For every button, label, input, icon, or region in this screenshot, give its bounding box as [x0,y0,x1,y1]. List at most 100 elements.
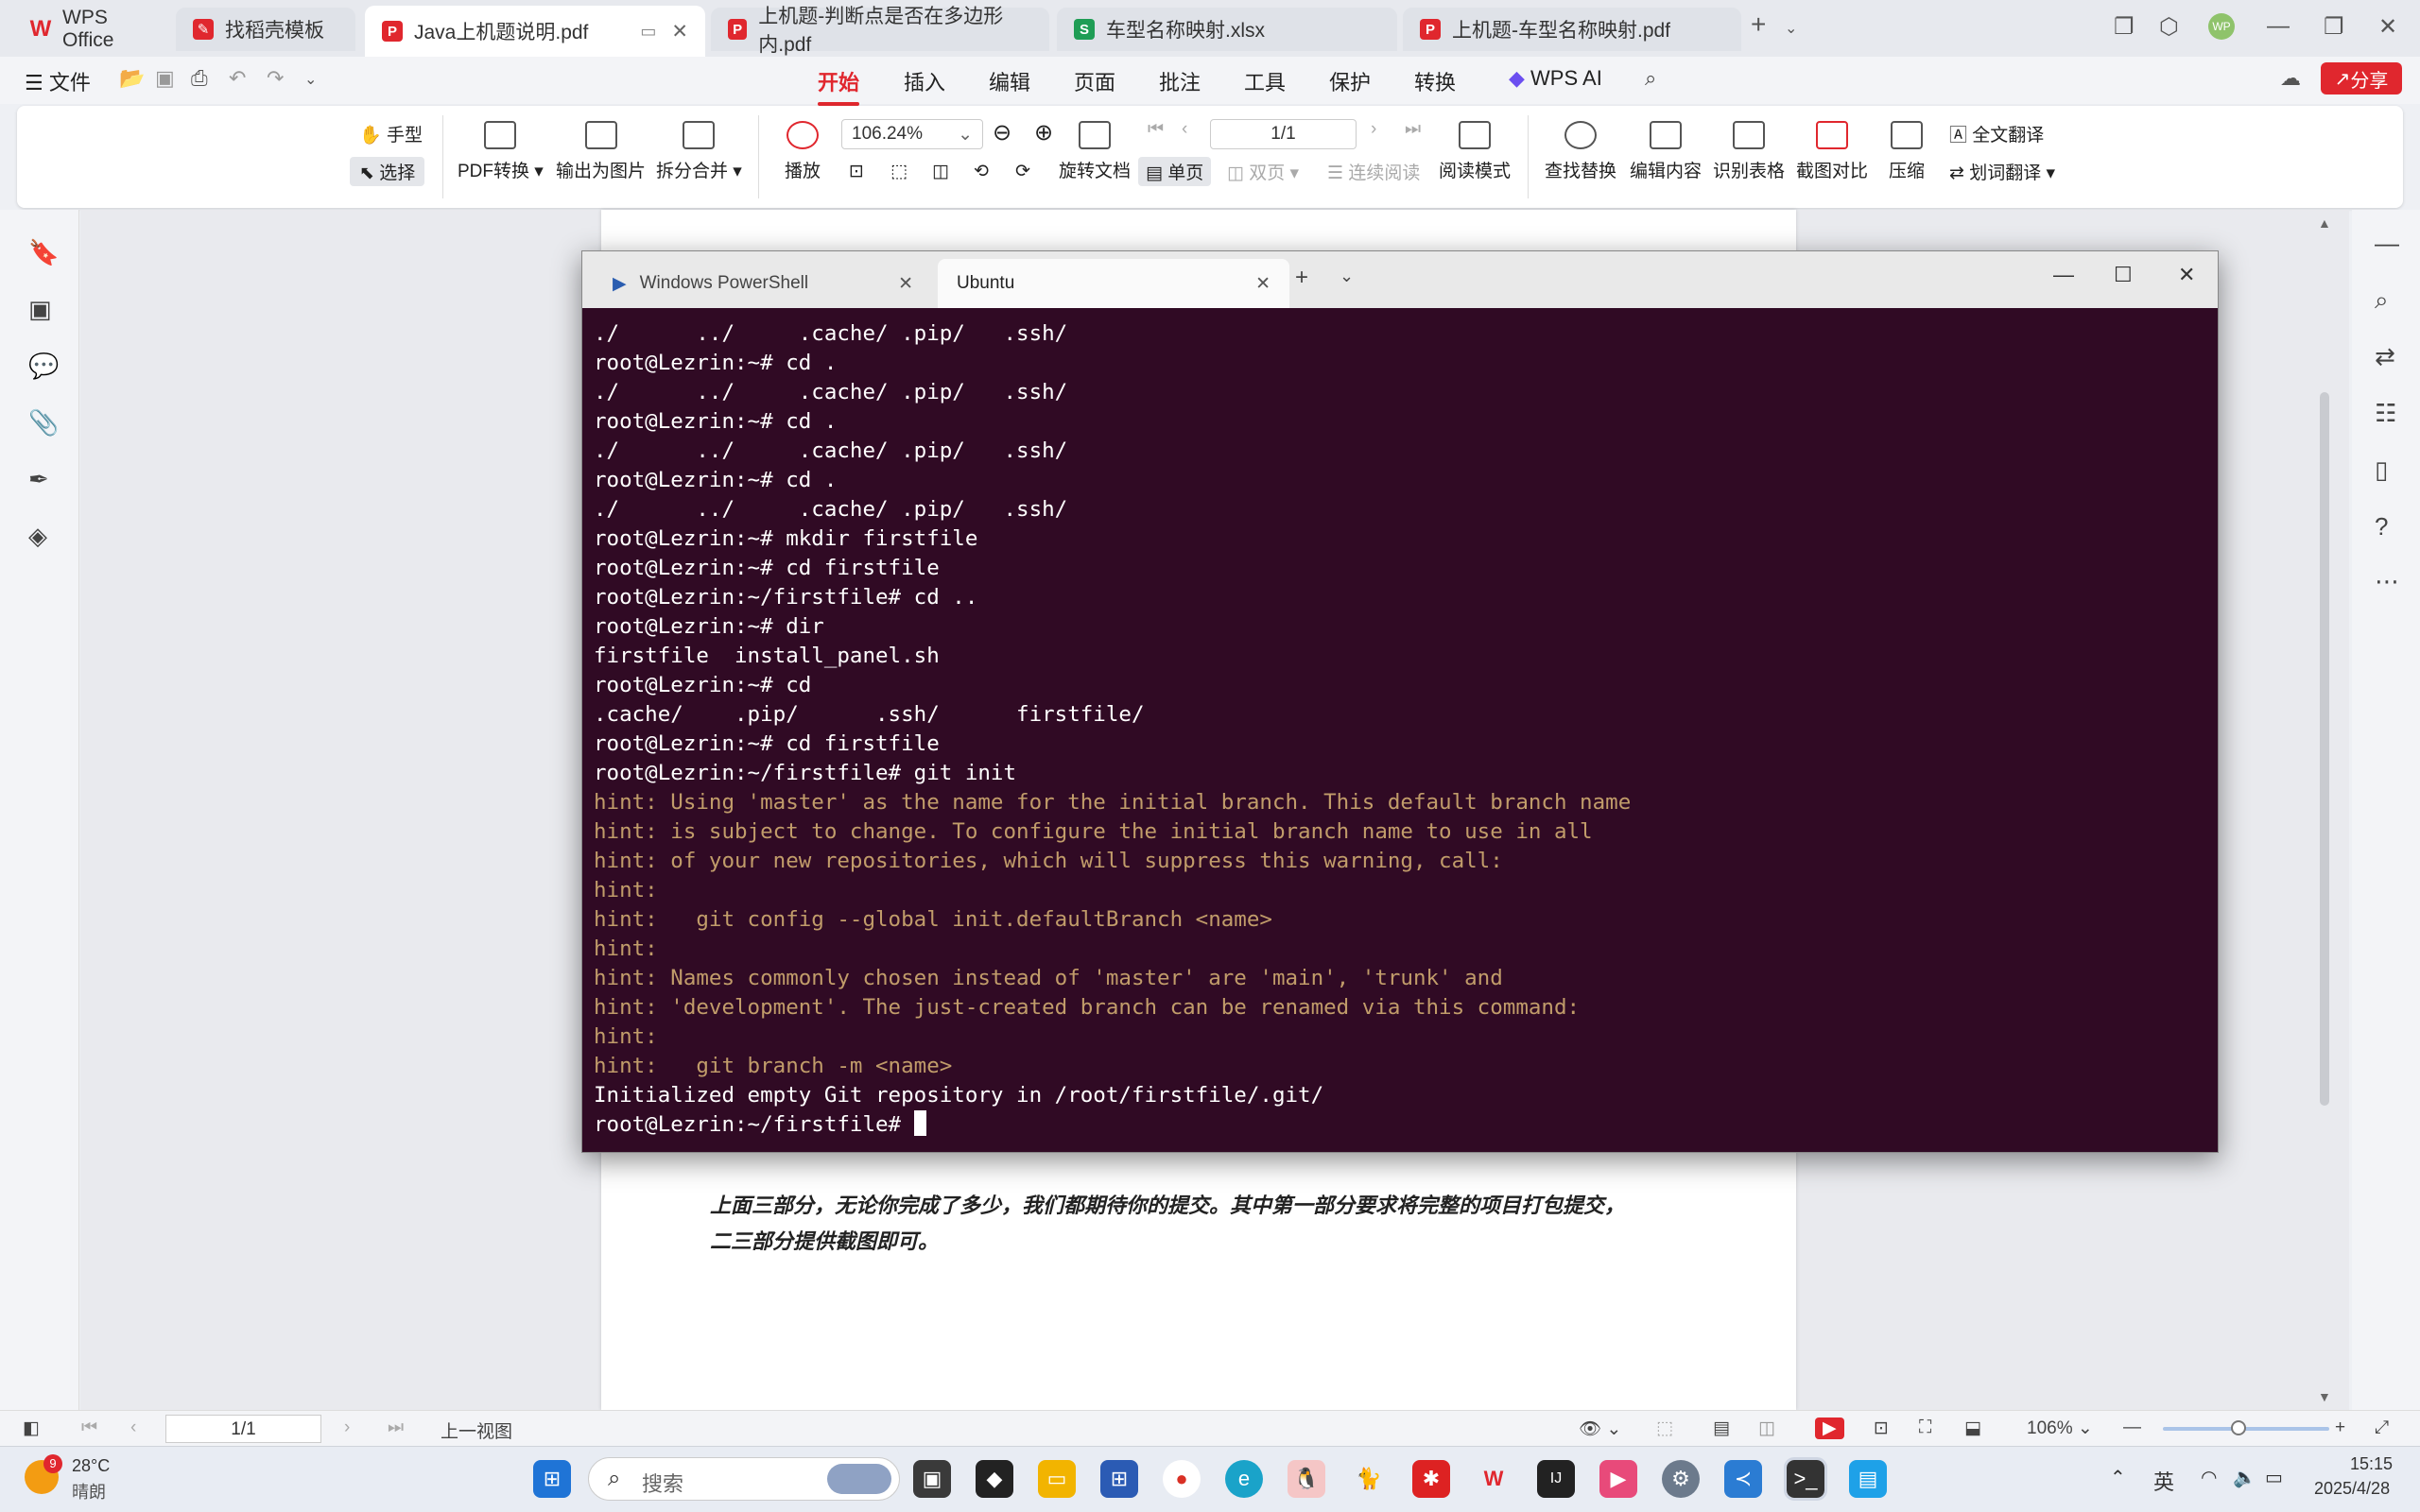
expand-icon[interactable]: ⤢ [2375,1418,2389,1438]
app-dark-icon[interactable]: ◆ [976,1460,1013,1498]
compress-button[interactable]: 压缩 [1889,121,1925,182]
print-icon[interactable]: ⎙ [191,66,208,91]
search-icon[interactable]: ⌕ [2375,285,2389,316]
zoom-slider-knob[interactable] [2231,1420,2246,1435]
read-icon[interactable]: ▯ [2375,455,2388,485]
layout-icon[interactable]: ⬚ [1656,1418,1673,1439]
menu-tools[interactable]: 工具 [1244,66,1286,96]
menu-start[interactable]: 开始 [818,66,860,106]
tab-powershell[interactable]: ▶ Windows PowerShell ✕ [594,259,932,308]
single-page-button[interactable]: ▤ 单页 [1138,157,1212,186]
page-number-input[interactable]: 1/1 [1210,119,1357,149]
menu-comment[interactable]: 批注 [1159,66,1201,96]
chrome-icon[interactable]: ● [1163,1460,1201,1498]
open-folder-icon[interactable]: 📂 [119,66,145,91]
tab-manager-icon[interactable]: ❐ [2114,13,2135,41]
wps-icon[interactable]: W [1475,1460,1512,1498]
single-page-icon[interactable]: ▤ [1713,1418,1730,1439]
save-icon[interactable]: ▣ [155,66,175,91]
qq-icon[interactable]: 🐧 [1288,1460,1325,1498]
more-icon[interactable]: ⋯ [2375,567,2399,596]
comment-icon[interactable]: 💬 [28,352,59,381]
new-tab-icon[interactable]: + [1751,9,1766,40]
clock-date[interactable]: 2025/4/28 [2314,1479,2390,1499]
chevron-down-icon[interactable]: ⌄ [1785,19,1797,38]
vscode-icon[interactable]: ≺ [1724,1460,1762,1498]
double-page-icon[interactable]: ◫ [1758,1418,1775,1439]
terminal-output[interactable]: ./ ../ .cache/ .pip/ .ssh/root@Lezrin:~#… [594,319,2201,1142]
volume-icon[interactable]: 🔈 [2233,1466,2256,1489]
layers-icon[interactable]: ◈ [28,522,47,551]
full-translate-button[interactable]: 🄰 全文翻译 [1949,121,2044,146]
tab-ubuntu[interactable]: Ubuntu ✕ [938,259,1289,308]
hand-tool[interactable]: ✋ 手型 [359,121,423,146]
cube-icon[interactable]: ⬡ [2159,13,2179,41]
notepad-icon[interactable]: ▤ [1849,1460,1887,1498]
signature-icon[interactable]: ✒ [28,465,49,494]
last-page-icon[interactable]: ⏭ [1405,119,1421,140]
fit-width-icon[interactable]: ◫ [932,161,949,182]
minimize-icon[interactable]: — [2267,13,2290,40]
actual-size-icon[interactable]: ⊡ [849,161,864,182]
rotate-left-icon[interactable]: ⟲ [974,161,989,182]
continuous-button[interactable]: ☰ 连续阅读 [1327,159,1420,184]
vertical-scrollbar[interactable] [2320,392,2329,1106]
terminal-prompt-line[interactable]: root@Lezrin:~/firstfile# [594,1110,2201,1140]
new-tab-icon[interactable]: + [1295,265,1308,291]
last-page-icon[interactable]: ⏭ [388,1418,404,1438]
prev-view-button[interactable]: 上一视图 [441,1418,512,1443]
first-page-icon[interactable]: ⏮ [81,1418,97,1438]
store-icon[interactable]: ⊞ [1100,1460,1138,1498]
terminal-icon[interactable]: >_ [1784,1457,1827,1501]
prev-page-icon[interactable]: ‹ [1182,119,1187,140]
settings-sliders-icon[interactable]: ☷ [2375,399,2396,428]
status-page-input[interactable]: 1/1 [165,1415,321,1443]
intellij-icon[interactable]: IJ [1537,1460,1575,1498]
task-view-icon[interactable]: ▣ [913,1460,951,1498]
scroll-up-icon[interactable]: ▲ [2318,215,2331,231]
crop-icon[interactable]: ⬓ [1964,1418,1981,1439]
zoom-in-icon[interactable]: ⊕ [1034,119,1053,146]
collapse-icon[interactable]: — [2375,229,2399,258]
zoom-out-icon[interactable]: ⊖ [993,119,1011,146]
windows-start-icon[interactable]: ⊞ [533,1460,571,1498]
clock-time[interactable]: 15:15 [2350,1454,2393,1474]
edge-icon[interactable]: e [1225,1460,1263,1498]
menu-wps-ai[interactable]: ◆ WPS AI [1509,66,1602,91]
taskbar-search[interactable]: ⌕ 搜索 [588,1457,900,1501]
minimize-icon[interactable]: — [2053,263,2074,287]
close-icon[interactable]: ✕ [2178,263,2195,287]
split-merge-button[interactable]: 拆分合并 ▾ [656,121,742,182]
rotate-doc-button[interactable]: 旋转文档 [1059,121,1131,182]
terminal-window[interactable]: ▶ Windows PowerShell ✕ Ubuntu ✕ + ⌄ — ☐ … [581,250,2219,1153]
chevron-down-icon[interactable]: ⌄ [1340,266,1354,286]
double-page-button[interactable]: ◫ 双页 ▾ [1227,159,1299,184]
close-icon[interactable]: ✕ [2378,13,2397,41]
close-tab-icon[interactable]: ✕ [671,20,688,43]
select-tool[interactable]: ⬉ 选择 [350,157,425,186]
menu-edit[interactable]: 编辑 [989,66,1030,96]
status-zoom-select[interactable]: 106% ⌄ [2027,1418,2093,1439]
tab-xlsx[interactable]: S 车型名称映射.xlsx [1057,8,1397,51]
export-image-button[interactable]: 输出为图片 [556,121,646,182]
window-icon[interactable]: ▭ [640,22,656,42]
zoom-select[interactable]: 106.24% ⌄ [841,119,983,149]
eye-icon[interactable]: 👁 ⌄ [1579,1418,1621,1440]
next-page-icon[interactable]: › [344,1418,350,1438]
prev-page-icon[interactable]: ‹ [130,1418,136,1438]
tab-car-pdf[interactable]: P 上机题-车型名称映射.pdf [1403,8,1741,51]
bilibili-icon[interactable]: ▶ [1599,1460,1637,1498]
cloud-upload-icon[interactable]: ☁ [2280,66,2301,91]
attachment-icon[interactable]: 📎 [28,408,59,438]
battery-icon[interactable]: ▭ [2265,1466,2283,1489]
scroll-down-icon[interactable]: ▼ [2318,1389,2331,1404]
play-icon[interactable]: ▶ [1815,1418,1844,1439]
tab-wps-office[interactable]: W WPS Office [13,7,174,51]
help-icon[interactable]: ? [2375,512,2388,541]
file-explorer-icon[interactable]: ▭ [1038,1460,1076,1498]
read-mode-button[interactable]: 阅读模式 [1439,121,1511,182]
fullscreen-icon[interactable]: ⛶ [1919,1418,1931,1438]
thumbnail-icon[interactable]: ▣ [28,295,52,324]
menu-convert[interactable]: 转换 [1414,66,1456,96]
zoom-slider[interactable] [2163,1427,2329,1431]
